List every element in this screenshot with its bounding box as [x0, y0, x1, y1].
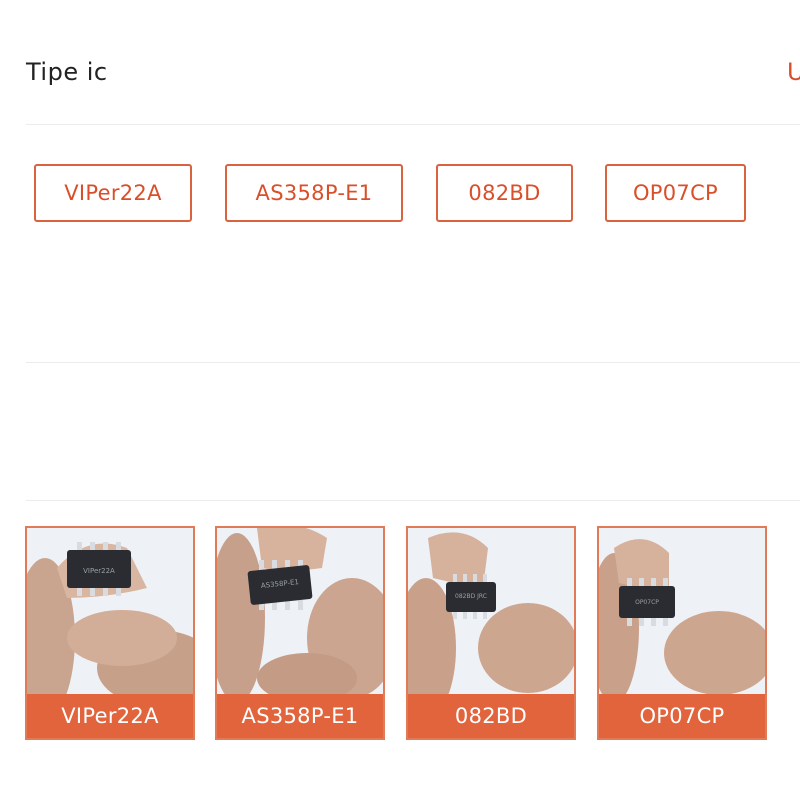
variant-card-082bd[interactable]: 082BD JRC 082BD: [406, 526, 576, 740]
chip-marking: 082BD JRC: [455, 593, 487, 600]
divider: [26, 124, 800, 125]
variant-card-caption: OP07CP: [599, 694, 765, 738]
variant-option-op07cp[interactable]: OP07CP: [605, 164, 746, 222]
variant-option-as358p-e1[interactable]: AS358P-E1: [225, 164, 403, 222]
product-photo: VIPer22A: [27, 528, 193, 696]
variant-card-op07cp[interactable]: OP07CP OP07CP: [597, 526, 767, 740]
variant-card-caption: AS358P-E1: [217, 694, 383, 738]
variant-option-viper22a[interactable]: VIPer22A: [34, 164, 192, 222]
product-photo: OP07CP: [599, 528, 765, 696]
chip-marking: OP07CP: [635, 599, 659, 606]
variant-card-viper22a[interactable]: VIPer22A VIPer22A: [25, 526, 195, 740]
divider: [26, 362, 800, 363]
variant-card-caption: VIPer22A: [27, 694, 193, 738]
product-photo: 082BD JRC: [408, 528, 574, 696]
divider: [26, 500, 800, 501]
section-title: Tipe ic: [26, 58, 108, 86]
section-link[interactable]: U: [787, 58, 800, 86]
variant-card-caption: 082BD: [408, 694, 574, 738]
chip-marking: VIPer22A: [83, 567, 115, 575]
product-photo: AS358P-E1: [217, 528, 383, 696]
variant-card-as358p-e1[interactable]: AS358P-E1 AS358P-E1: [215, 526, 385, 740]
variant-option-082bd[interactable]: 082BD: [436, 164, 573, 222]
